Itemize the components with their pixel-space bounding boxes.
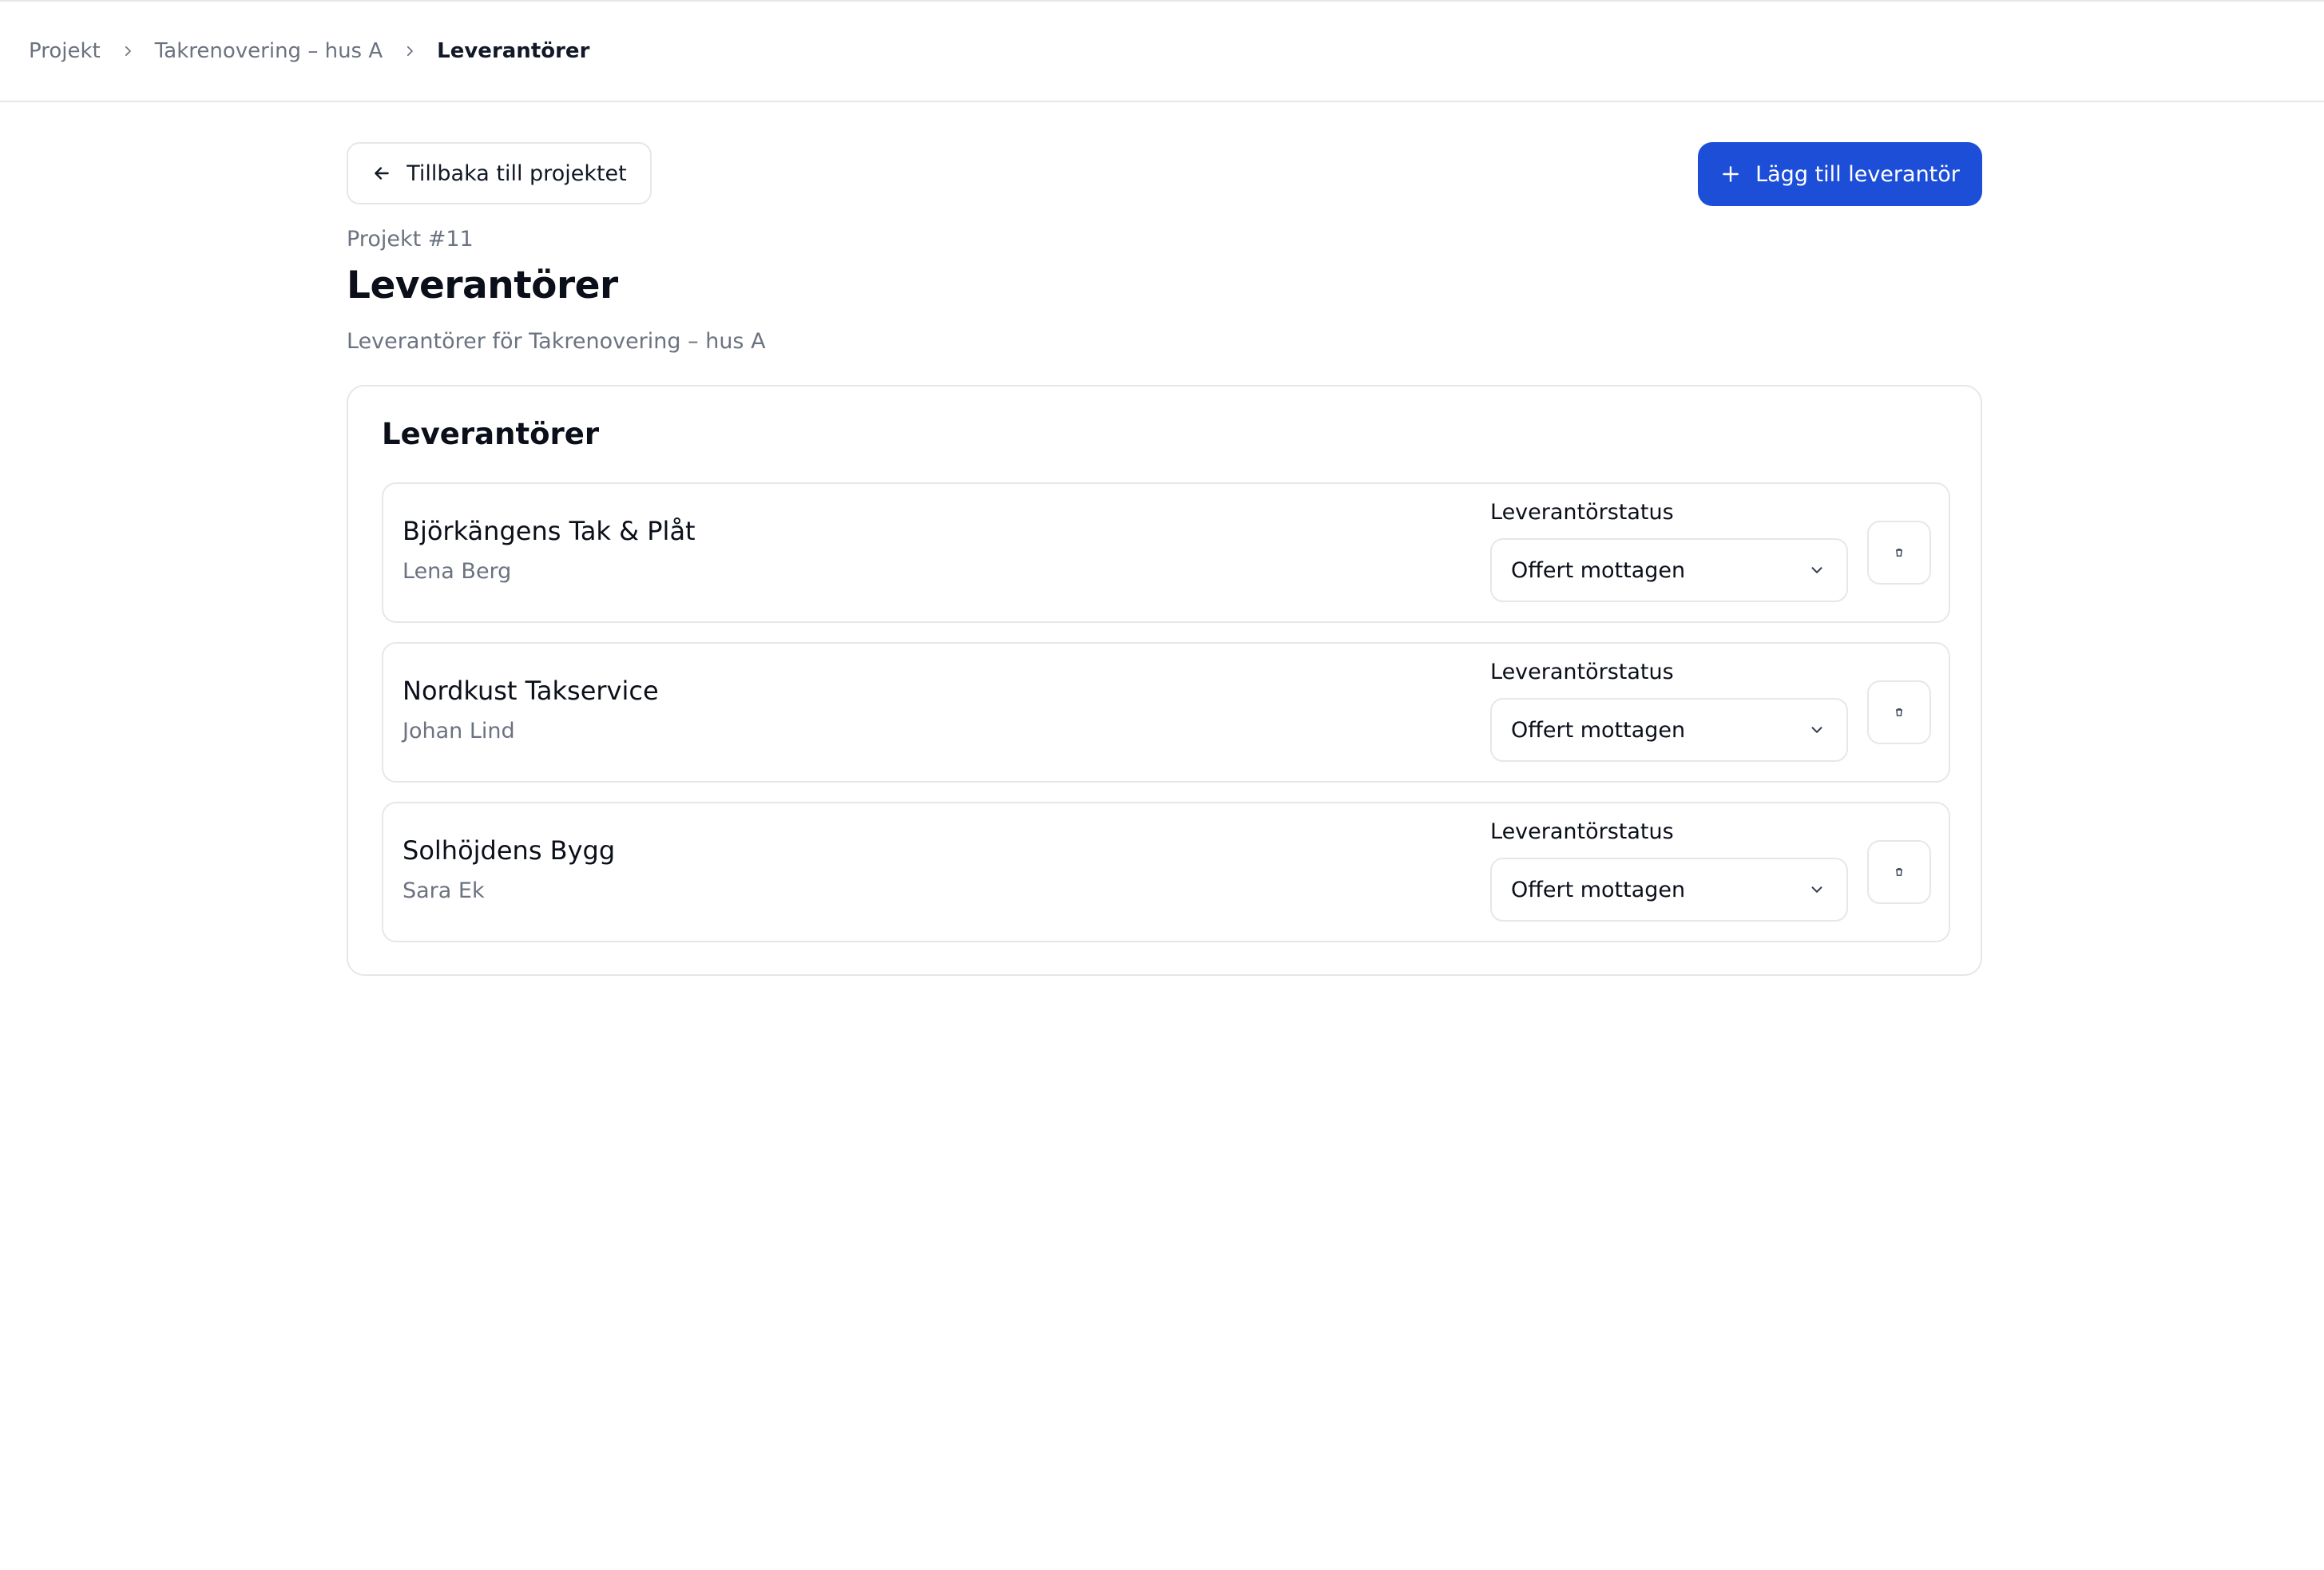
project-number: Projekt #11 bbox=[347, 227, 474, 252]
delete-supplier-button[interactable] bbox=[1867, 521, 1931, 585]
supplier-row: Nordkust Takservice Johan Lind Leverantö… bbox=[382, 642, 1950, 783]
chevron-right-icon bbox=[101, 44, 155, 58]
add-supplier-button[interactable]: Lägg till leverantör bbox=[1698, 142, 1982, 206]
breadcrumb-item-project[interactable]: Takrenovering – hus A bbox=[155, 39, 383, 63]
status-select[interactable]: Offert mottagen bbox=[1490, 858, 1848, 922]
delete-supplier-button[interactable] bbox=[1867, 680, 1931, 744]
supplier-contact: Sara Ek bbox=[403, 878, 485, 903]
status-label: Leverantörstatus bbox=[1490, 500, 1674, 525]
status-label: Leverantörstatus bbox=[1490, 660, 1674, 684]
supplier-contact: Johan Lind bbox=[403, 719, 515, 743]
chevron-down-icon bbox=[1808, 561, 1826, 579]
back-button-label: Tillbaka till projektet bbox=[407, 161, 627, 186]
status-value: Offert mottagen bbox=[1511, 557, 1686, 583]
chevron-down-icon bbox=[1808, 881, 1826, 898]
status-value: Offert mottagen bbox=[1511, 717, 1686, 743]
status-select[interactable]: Offert mottagen bbox=[1490, 538, 1848, 602]
page-subtitle: Leverantörer för Takrenovering – hus A bbox=[347, 329, 766, 354]
plus-icon bbox=[1720, 164, 1741, 184]
supplier-name: Solhöjdens Bygg bbox=[403, 835, 616, 866]
supplier-name: Nordkust Takservice bbox=[403, 676, 659, 706]
status-label: Leverantörstatus bbox=[1490, 819, 1674, 844]
supplier-row: Solhöjdens Bygg Sara Ek Leverantörstatus… bbox=[382, 802, 1950, 942]
breadcrumb-item-projekt[interactable]: Projekt bbox=[29, 39, 101, 63]
add-button-label: Lägg till leverantör bbox=[1755, 161, 1960, 187]
suppliers-card: Leverantörer Björkängens Tak & Plåt Lena… bbox=[347, 385, 1982, 976]
supplier-row: Björkängens Tak & Plåt Lena Berg Leveran… bbox=[382, 482, 1950, 623]
status-select[interactable]: Offert mottagen bbox=[1490, 698, 1848, 762]
chevron-right-icon bbox=[383, 44, 437, 58]
page-title: Leverantörer bbox=[347, 264, 618, 307]
status-value: Offert mottagen bbox=[1511, 877, 1686, 902]
chevron-down-icon bbox=[1808, 721, 1826, 739]
card-title: Leverantörer bbox=[382, 417, 600, 451]
trash-icon bbox=[1894, 548, 1904, 557]
supplier-name: Björkängens Tak & Plåt bbox=[403, 516, 696, 546]
back-to-project-button[interactable]: Tillbaka till projektet bbox=[347, 142, 652, 204]
arrow-left-icon bbox=[371, 163, 392, 184]
trash-icon bbox=[1894, 708, 1904, 717]
breadcrumb-item-current: Leverantörer bbox=[437, 39, 590, 63]
breadcrumb: Projekt Takrenovering – hus A Leverantör… bbox=[0, 0, 2324, 102]
supplier-contact: Lena Berg bbox=[403, 559, 512, 584]
trash-icon bbox=[1894, 867, 1904, 877]
delete-supplier-button[interactable] bbox=[1867, 840, 1931, 904]
